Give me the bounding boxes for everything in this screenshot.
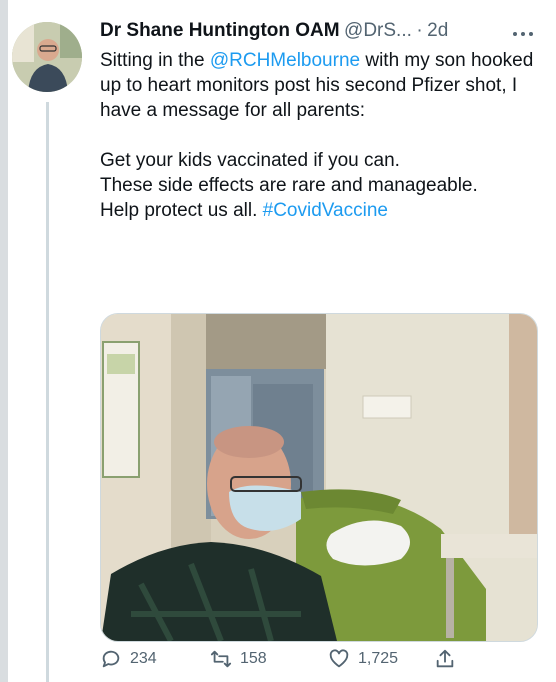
retweet-button[interactable]: 158 (210, 648, 267, 670)
tweet-actions: 234 158 1,725 (100, 648, 540, 676)
display-name[interactable]: Dr Shane Huntington OAM (100, 20, 340, 41)
like-icon (329, 649, 349, 668)
tweet-paragraph: Get your kids vaccinated if you can. Thes… (100, 148, 540, 223)
tweet-paragraph: Sitting in the @RCHMelbourne with my son… (100, 48, 540, 123)
user-handle[interactable]: @DrS... (344, 20, 412, 41)
text-span: Help protect us all. (100, 200, 263, 221)
retweet-count: 158 (240, 650, 267, 667)
tweet-header: Dr Shane Huntington OAM @DrS... · 2d (100, 20, 540, 48)
reply-icon (102, 650, 120, 668)
hashtag-link[interactable]: #CovidVaccine (263, 200, 388, 221)
avatar[interactable] (12, 22, 82, 92)
share-button[interactable] (434, 648, 456, 670)
reply-button[interactable]: 234 (100, 648, 157, 670)
avatar-photo (12, 22, 82, 92)
reply-count: 234 (130, 650, 157, 667)
window-edge (0, 0, 8, 682)
like-count: 1,725 (358, 650, 399, 667)
share-icon (436, 649, 454, 668)
timestamp[interactable]: 2d (427, 20, 448, 41)
text-span: Sitting in the (100, 50, 210, 71)
retweet-icon (210, 650, 232, 668)
text-span: Get your kids vaccinated if you can. (100, 150, 400, 171)
tweet-photo[interactable] (100, 313, 538, 642)
mention-link[interactable]: @RCHMelbourne (210, 50, 360, 71)
thread-line (46, 102, 49, 682)
tweet-text: Sitting in the @RCHMelbourne with my son… (100, 48, 540, 223)
more-icon[interactable] (512, 26, 534, 36)
photo-scene (101, 314, 537, 641)
separator-dot: · (416, 20, 423, 41)
text-span: These side effects are rare and manageab… (100, 175, 478, 196)
like-button[interactable]: 1,725 (328, 648, 398, 670)
